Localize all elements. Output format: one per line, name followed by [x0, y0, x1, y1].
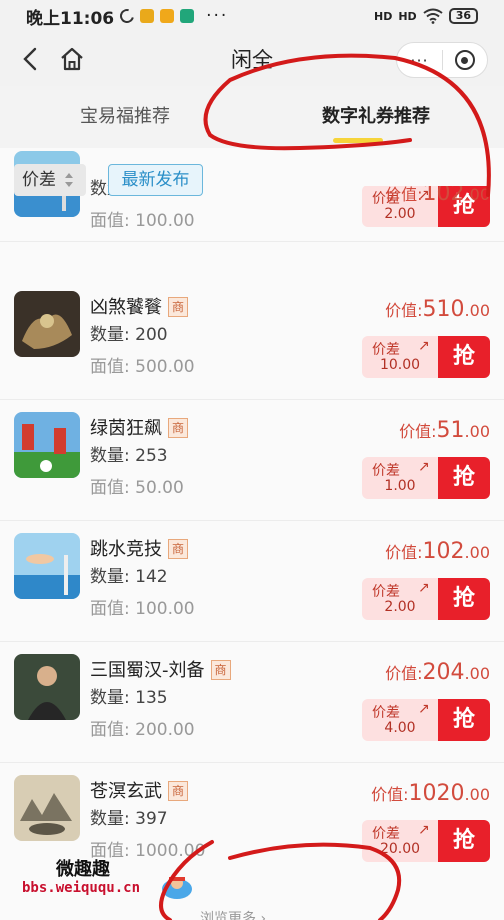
close-mini-program-button[interactable] — [443, 50, 487, 70]
price-diff-badge: 价差 ↗ 2.00 — [362, 578, 438, 620]
item-thumbnail — [14, 533, 80, 599]
watermark-logo — [162, 877, 192, 899]
grab-button[interactable]: 抢 — [438, 699, 490, 741]
arrow-up-right-icon: ↗ — [418, 701, 430, 717]
item-name: 绿茵狂飙商 — [90, 414, 188, 440]
merchant-tag: 商 — [168, 539, 188, 559]
app-notification-icon — [140, 9, 155, 23]
watermark-url: bbs.weiququ.cn — [22, 880, 141, 896]
mini-program-capsule: ··· — [396, 42, 488, 78]
more-notifications: ··· — [206, 6, 229, 26]
arrow-up-right-icon: ↗ — [418, 338, 430, 354]
item-name: 苍溟玄武商 — [90, 777, 188, 803]
merchant-tag: 商 — [168, 297, 188, 317]
list-item[interactable]: 凶煞饕餮商 数量: 200 面值: 500.00 价值:510.00 价差 ↗ 1… — [0, 279, 504, 400]
grab-button[interactable]: 抢 — [438, 457, 490, 499]
app-notification-icon — [160, 9, 175, 23]
status-left: 晚上11:06 ··· — [26, 4, 228, 29]
sort-arrows-icon — [65, 173, 73, 187]
merchant-tag: 商 — [168, 781, 188, 801]
list-item[interactable]: 绿茵狂飙商 数量: 253 面值: 50.00 价值:51.00 价差 ↗ 1.0… — [0, 400, 504, 521]
tab-digital-coupon[interactable]: 数字礼券推荐 — [322, 102, 430, 128]
moon-icon — [117, 6, 137, 26]
item-price: 价值:510.00 — [385, 297, 490, 322]
newest-filter-button[interactable]: 最新发布 — [108, 164, 203, 196]
arrow-up-right-icon: ↗ — [418, 580, 430, 596]
item-face-value: 面值: 100.00 — [90, 599, 195, 619]
signal-icon: HD — [374, 9, 393, 23]
more-button[interactable]: ··· — [397, 51, 442, 70]
item-price: 价值:204.00 — [385, 660, 490, 685]
nav-bar: 闲全 ··· — [0, 32, 504, 86]
item-quantity: 数量: 253 — [90, 446, 168, 466]
item-name: 三国蜀汉-刘备商 — [90, 656, 231, 682]
item-quantity: 数量: 142 — [90, 567, 168, 587]
status-bar: 晚上11:06 ··· HD HD 36 — [0, 0, 504, 32]
battery-indicator: 36 — [448, 8, 478, 24]
item-quantity: 数量: 135 — [90, 688, 168, 708]
list-header-mask — [300, 148, 504, 186]
item-quantity: 数量: 397 — [90, 809, 168, 829]
item-name: 跳水竞技商 — [90, 535, 188, 561]
grab-button[interactable]: 抢 — [438, 336, 490, 378]
item-price: 价值:51.00 — [399, 418, 490, 443]
item-price: 价值:1020.00 — [371, 781, 490, 806]
merchant-tag: 商 — [168, 418, 188, 438]
target-icon — [454, 50, 475, 70]
grab-button[interactable]: 抢 — [438, 578, 490, 620]
item-face-value: 面值: 500.00 — [90, 357, 195, 377]
price-diff-badge: 价差 ↗ 1.00 — [362, 457, 438, 499]
sort-label: 价差 — [22, 170, 56, 190]
arrow-up-right-icon: ↗ — [418, 822, 430, 838]
signal-icon: HD — [398, 9, 417, 23]
load-more-link[interactable]: 浏览更多 › — [200, 908, 266, 920]
price-diff-badge: 价差 ↗ 4.00 — [362, 699, 438, 741]
item-face-value: 面值: 200.00 — [90, 720, 195, 740]
active-tab-indicator — [333, 138, 383, 143]
list-item[interactable]: 三国蜀汉-刘备商 数量: 135 面值: 200.00 价值:204.00 价差… — [0, 642, 504, 763]
watermark-title: 微趣趣 — [56, 859, 110, 880]
item-name: 凶煞饕餮商 — [90, 293, 188, 319]
status-time: 晚上11:06 — [26, 8, 115, 29]
tab-bar: 宝易福推荐 数字礼券推荐 — [0, 86, 504, 148]
item-thumbnail — [14, 775, 80, 841]
item-quantity: 数量: 200 — [90, 325, 168, 345]
item-thumbnail — [14, 291, 80, 357]
wifi-icon — [423, 8, 443, 24]
price-diff-badge: 价差 ↗ 20.00 — [362, 820, 438, 862]
item-thumbnail — [14, 654, 80, 720]
arrow-up-right-icon: ↗ — [418, 459, 430, 475]
item-face-value: 面值: 50.00 — [90, 478, 184, 498]
tab-baoyifu[interactable]: 宝易福推荐 — [80, 102, 170, 128]
item-thumbnail — [14, 412, 80, 478]
merchant-tag: 商 — [210, 660, 231, 680]
list-item[interactable]: 跳水竞技商 数量: 142 面值: 100.00 价值:102.00 价差 ↗ 2… — [0, 521, 504, 642]
app-notification-icon — [180, 9, 195, 23]
item-face-value: 面值: 100.00 — [90, 211, 195, 231]
grab-button[interactable]: 抢 — [438, 820, 490, 862]
coupon-list: 数量: 189 面值: 100.00 价差↗ 2.00 抢 凶煞饕餮商 数量: … — [0, 148, 504, 920]
price-diff-badge: 价差 ↗ 10.00 — [362, 336, 438, 378]
sort-by-diff-button[interactable]: 价差 — [14, 164, 86, 196]
item-price: 价值:102.00 — [385, 539, 490, 564]
status-right: HD HD 36 — [374, 8, 478, 24]
